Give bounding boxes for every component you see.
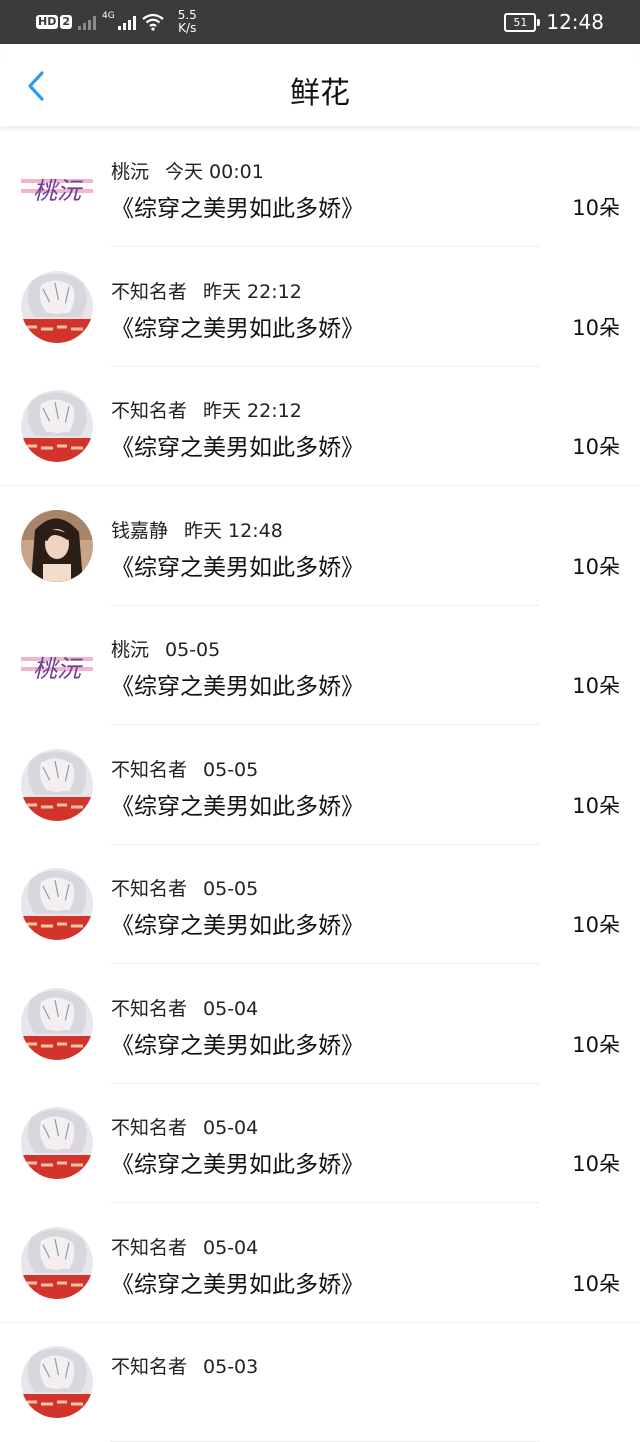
list-item[interactable]: 不知名者 05-03 [0, 1322, 640, 1442]
flower-count: 10朵 [572, 674, 620, 698]
status-bar-left: HD 2 4G 5.5 K/s [36, 9, 197, 35]
list-item[interactable]: 不知名者 昨天 22:12 《综穿之美男如此多娇》 10朵 [0, 247, 640, 366]
flower-count: 10朵 [572, 1032, 620, 1057]
flower-count: 10朵 [572, 315, 620, 340]
list-item[interactable]: 钱嘉静 昨天 12:48 《综穿之美男如此多娇》 10朵 [0, 486, 640, 606]
gift-time: 05-04 [203, 997, 259, 1020]
book-title[interactable]: 《综穿之美男如此多娇》 [111, 787, 364, 821]
avatar[interactable] [21, 1346, 93, 1418]
avatar[interactable] [21, 390, 93, 462]
gift-time: 05-05 [203, 878, 259, 900]
list-item[interactable]: 不知名者 05-04 《综穿之美男如此多娇》 10朵 [0, 964, 640, 1083]
status-bar: HD 2 4G 5.5 K/s 51 12:48 [0, 0, 640, 44]
avatar[interactable] [21, 509, 93, 582]
avatar-logo-text: 桃沅 [33, 177, 81, 205]
gift-time: 05-05 [203, 758, 259, 781]
sim1-signal-icon [78, 14, 96, 30]
book-title[interactable]: 《综穿之美男如此多娇》 [111, 1265, 364, 1299]
item-meta: 不知名者 05-03 [111, 1352, 258, 1379]
user-name: 不知名者 [111, 280, 188, 303]
avatar[interactable] [21, 1107, 93, 1179]
gift-time: 今天 00:01 [165, 161, 264, 183]
item-meta: 不知名者 05-05 [111, 755, 258, 782]
gift-time: 05-04 [203, 1117, 259, 1139]
list-item[interactable]: 桃沅 桃沅 05-05 《综穿之美男如此多娇》 10朵 [0, 605, 640, 725]
flower-gift-list: 桃沅 桃沅 今天 00:01 《综穿之美男如此多娇》 10朵 不知名者 昨天 22:12 《综… [0, 127, 640, 1442]
user-name: 桃沅 [111, 161, 150, 183]
list-item[interactable]: 不知名者 05-05 《综穿之美男如此多娇》 10朵 [0, 844, 640, 964]
item-meta: 不知名者 05-04 [111, 994, 258, 1021]
network-speed: 5.5 K/s [177, 8, 197, 35]
user-name: 不知名者 [111, 400, 188, 422]
item-meta: 钱嘉静 昨天 12:48 [111, 516, 283, 543]
flower-count: 10朵 [572, 1271, 620, 1296]
book-title[interactable]: 《综穿之美男如此多娇》 [111, 309, 364, 343]
book-title[interactable]: 《综穿之美男如此多娇》 [111, 1026, 364, 1060]
status-time: 12:48 [546, 10, 604, 34]
flower-count: 10朵 [572, 435, 620, 459]
list-item[interactable]: 不知名者 05-05 《综穿之美男如此多娇》 10朵 [0, 725, 640, 845]
user-name: 桃沅 [111, 639, 150, 661]
book-title[interactable]: 《综穿之美男如此多娇》 [111, 906, 364, 940]
gift-time: 昨天 22:12 [203, 280, 302, 303]
user-name: 不知名者 [111, 1356, 188, 1378]
book-title[interactable]: 《综穿之美男如此多娇》 [111, 667, 364, 701]
book-title[interactable]: 《综穿之美男如此多娇》 [111, 428, 364, 462]
user-name: 不知名者 [111, 997, 188, 1020]
gift-time: 05-03 [203, 1356, 259, 1378]
book-title[interactable]: 《综穿之美男如此多娇》 [111, 189, 364, 223]
item-meta: 不知名者 05-04 [111, 1113, 258, 1140]
network-type-label: 4G [102, 10, 115, 21]
avatar[interactable] [21, 270, 93, 343]
avatar[interactable]: 桃沅 [21, 151, 93, 223]
item-meta: 不知名者 昨天 22:12 [111, 396, 302, 423]
avatar[interactable] [21, 987, 93, 1060]
flower-count: 10朵 [572, 196, 620, 220]
item-meta: 桃沅 今天 00:01 [111, 157, 264, 184]
list-item[interactable]: 不知名者 05-04 《综穿之美男如此多娇》 10朵 [0, 1083, 640, 1203]
sim2-signal-icon [117, 14, 136, 30]
item-meta: 不知名者 昨天 22:12 [111, 277, 302, 304]
gift-time: 05-05 [165, 639, 221, 661]
user-name: 不知名者 [111, 1117, 188, 1139]
flower-count: 10朵 [572, 913, 620, 937]
avatar[interactable]: 桃沅 [21, 629, 93, 701]
status-bar-right: 51 12:48 [504, 8, 604, 36]
book-title[interactable]: 《综穿之美男如此多娇》 [111, 548, 364, 582]
page-header: 鲜花 [0, 44, 640, 126]
gift-time: 昨天 12:48 [184, 519, 283, 542]
flower-count: 10朵 [572, 554, 620, 579]
item-meta: 桃沅 05-05 [111, 635, 220, 662]
book-title[interactable]: 《综穿之美男如此多娇》 [111, 1145, 364, 1179]
flower-count: 10朵 [572, 793, 620, 818]
avatar[interactable] [21, 868, 93, 940]
user-name: 不知名者 [111, 1236, 188, 1259]
item-meta: 不知名者 05-04 [111, 1233, 258, 1260]
hd-indicator: HD 2 [36, 15, 72, 29]
flower-count: 10朵 [572, 1152, 620, 1176]
user-name: 钱嘉静 [111, 519, 169, 542]
battery-icon: 51 [504, 12, 541, 32]
item-meta: 不知名者 05-05 [111, 874, 258, 901]
gift-time: 05-04 [203, 1236, 259, 1259]
avatar[interactable] [21, 1226, 93, 1299]
list-item[interactable]: 不知名者 05-04 《综穿之美男如此多娇》 10朵 [0, 1203, 640, 1322]
avatar[interactable] [21, 748, 93, 821]
list-item[interactable]: 桃沅 桃沅 今天 00:01 《综穿之美男如此多娇》 10朵 [0, 127, 640, 247]
page-title: 鲜花 [290, 76, 350, 111]
avatar-logo-text: 桃沅 [33, 655, 81, 683]
gift-time: 昨天 22:12 [203, 400, 302, 422]
user-name: 不知名者 [111, 758, 188, 781]
list-item[interactable]: 不知名者 昨天 22:12 《综穿之美男如此多娇》 10朵 [0, 366, 640, 486]
wifi-icon [142, 13, 164, 31]
user-name: 不知名者 [111, 878, 188, 900]
